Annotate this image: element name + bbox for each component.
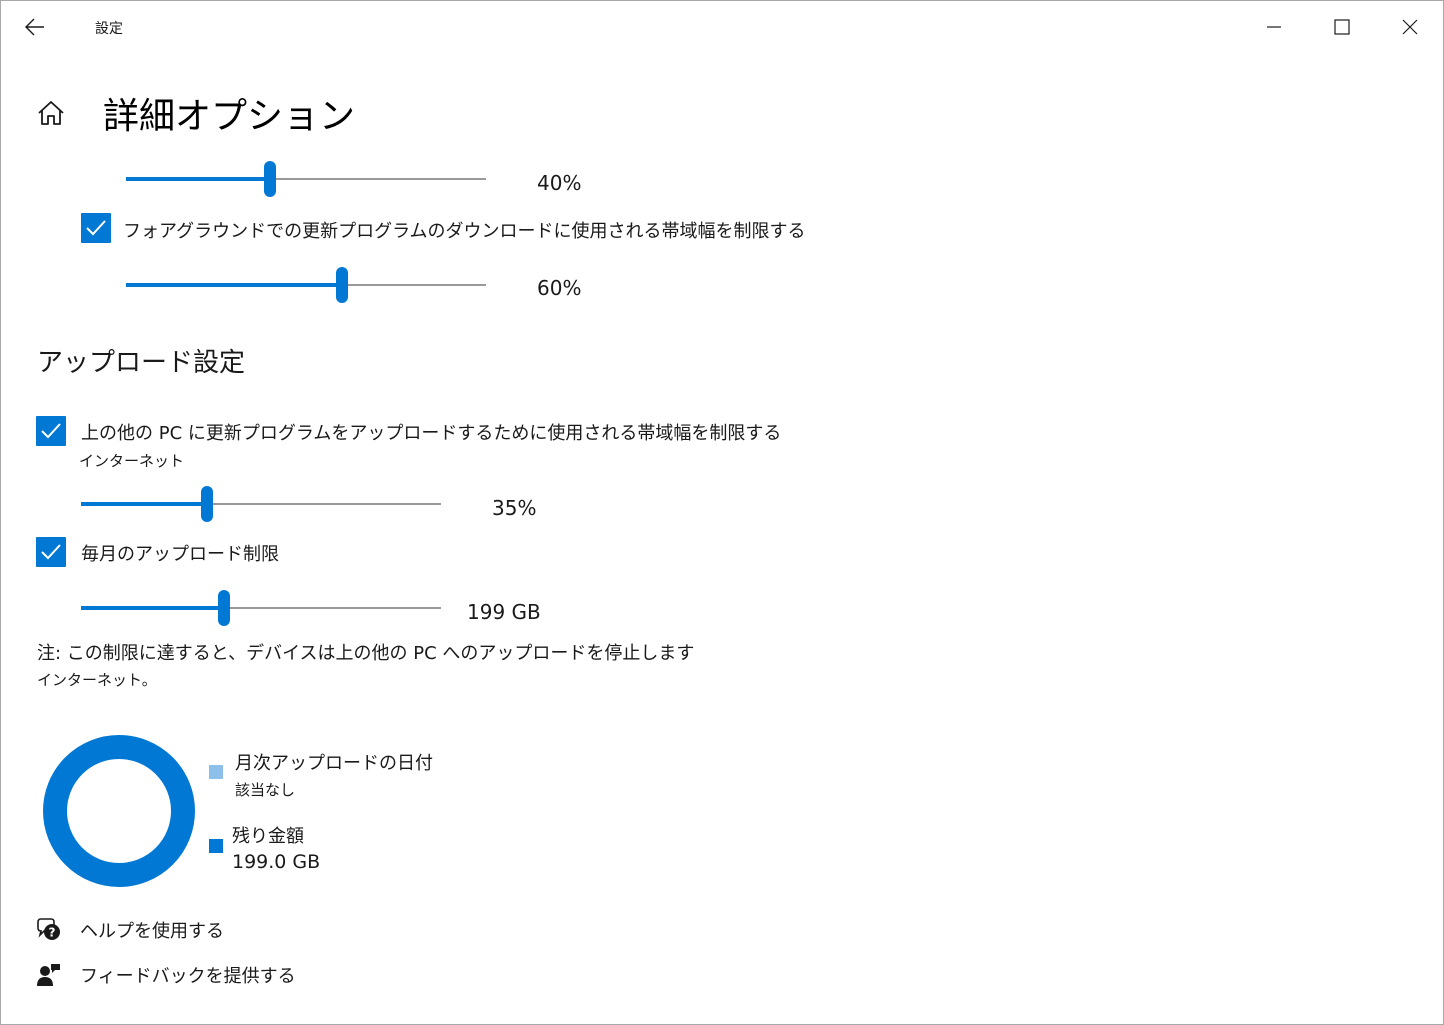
- upload-bandwidth-slider[interactable]: [81, 486, 441, 522]
- legend-swatch-upload-date: [209, 765, 223, 779]
- upload-limit-label: 上の他の PC に更新プログラムをアップロードするために使用される帯域幅を制限す…: [81, 423, 782, 444]
- upload-usage-ring: [43, 735, 195, 887]
- upload-note-line2: インターネット。: [37, 671, 157, 689]
- foreground-limit-checkbox[interactable]: [81, 213, 111, 243]
- remaining-ring-segment: [43, 735, 195, 887]
- monthly-limit-label: 毎月のアップロード制限: [81, 544, 279, 565]
- home-button[interactable]: [31, 93, 71, 133]
- page-title: 詳細オプション: [103, 96, 356, 137]
- upload-limit-sublabel: インターネット: [79, 452, 185, 470]
- checkmark-icon: [41, 544, 61, 560]
- monthly-limit-checkbox[interactable]: [36, 537, 66, 567]
- monthly-limit-slider[interactable]: [81, 590, 441, 626]
- foreground-bandwidth-slider[interactable]: [126, 267, 486, 303]
- help-link[interactable]: ? ヘルプを使用する: [34, 915, 224, 945]
- legend-value-upload-date: 該当なし: [235, 781, 296, 799]
- back-button[interactable]: [15, 9, 55, 45]
- svg-text:?: ?: [49, 926, 56, 940]
- help-link-label: ヘルプを使用する: [80, 921, 224, 942]
- upload-note-line1: 注: この制限に達すると、デバイスは上の他の PC へのアップロードを停止します: [37, 643, 695, 664]
- foreground-limit-label: フォアグラウンドでの更新プログラムのダウンロードに使用される帯域幅を制限する: [123, 221, 806, 242]
- background-bandwidth-value: 40%: [537, 171, 582, 195]
- upload-section-title: アップロード設定: [37, 348, 246, 378]
- close-icon: [1402, 19, 1418, 35]
- help-chat-icon: ?: [34, 915, 64, 945]
- settings-window: 設定 詳細オプション 40% フォアグラウンドでの更新プログラムのダウンロードに…: [0, 0, 1444, 1025]
- feedback-icon: [34, 960, 64, 990]
- legend-value-remaining: 199.0 GB: [232, 851, 321, 873]
- close-button[interactable]: [1387, 5, 1433, 49]
- minimize-icon: [1267, 26, 1281, 28]
- monthly-limit-value: 199 GB: [467, 600, 541, 624]
- background-bandwidth-slider[interactable]: [126, 161, 486, 197]
- legend-label-remaining: 残り金額: [232, 826, 304, 847]
- feedback-link[interactable]: フィードバックを提供する: [34, 960, 296, 990]
- feedback-link-label: フィードバックを提供する: [80, 966, 296, 987]
- legend-swatch-remaining: [209, 839, 223, 853]
- upload-limit-checkbox[interactable]: [36, 416, 66, 446]
- checkmark-icon: [41, 423, 61, 439]
- home-icon: [38, 101, 64, 125]
- foreground-bandwidth-value: 60%: [537, 276, 582, 300]
- legend-label-upload-date: 月次アップロードの日付: [235, 753, 433, 774]
- upload-bandwidth-value: 35%: [492, 496, 537, 520]
- minimize-button[interactable]: [1251, 5, 1297, 49]
- maximize-button[interactable]: [1319, 5, 1365, 49]
- maximize-icon: [1334, 19, 1350, 35]
- checkmark-icon: [86, 220, 106, 236]
- window-title: 設定: [95, 21, 123, 37]
- back-arrow-icon: [25, 18, 44, 36]
